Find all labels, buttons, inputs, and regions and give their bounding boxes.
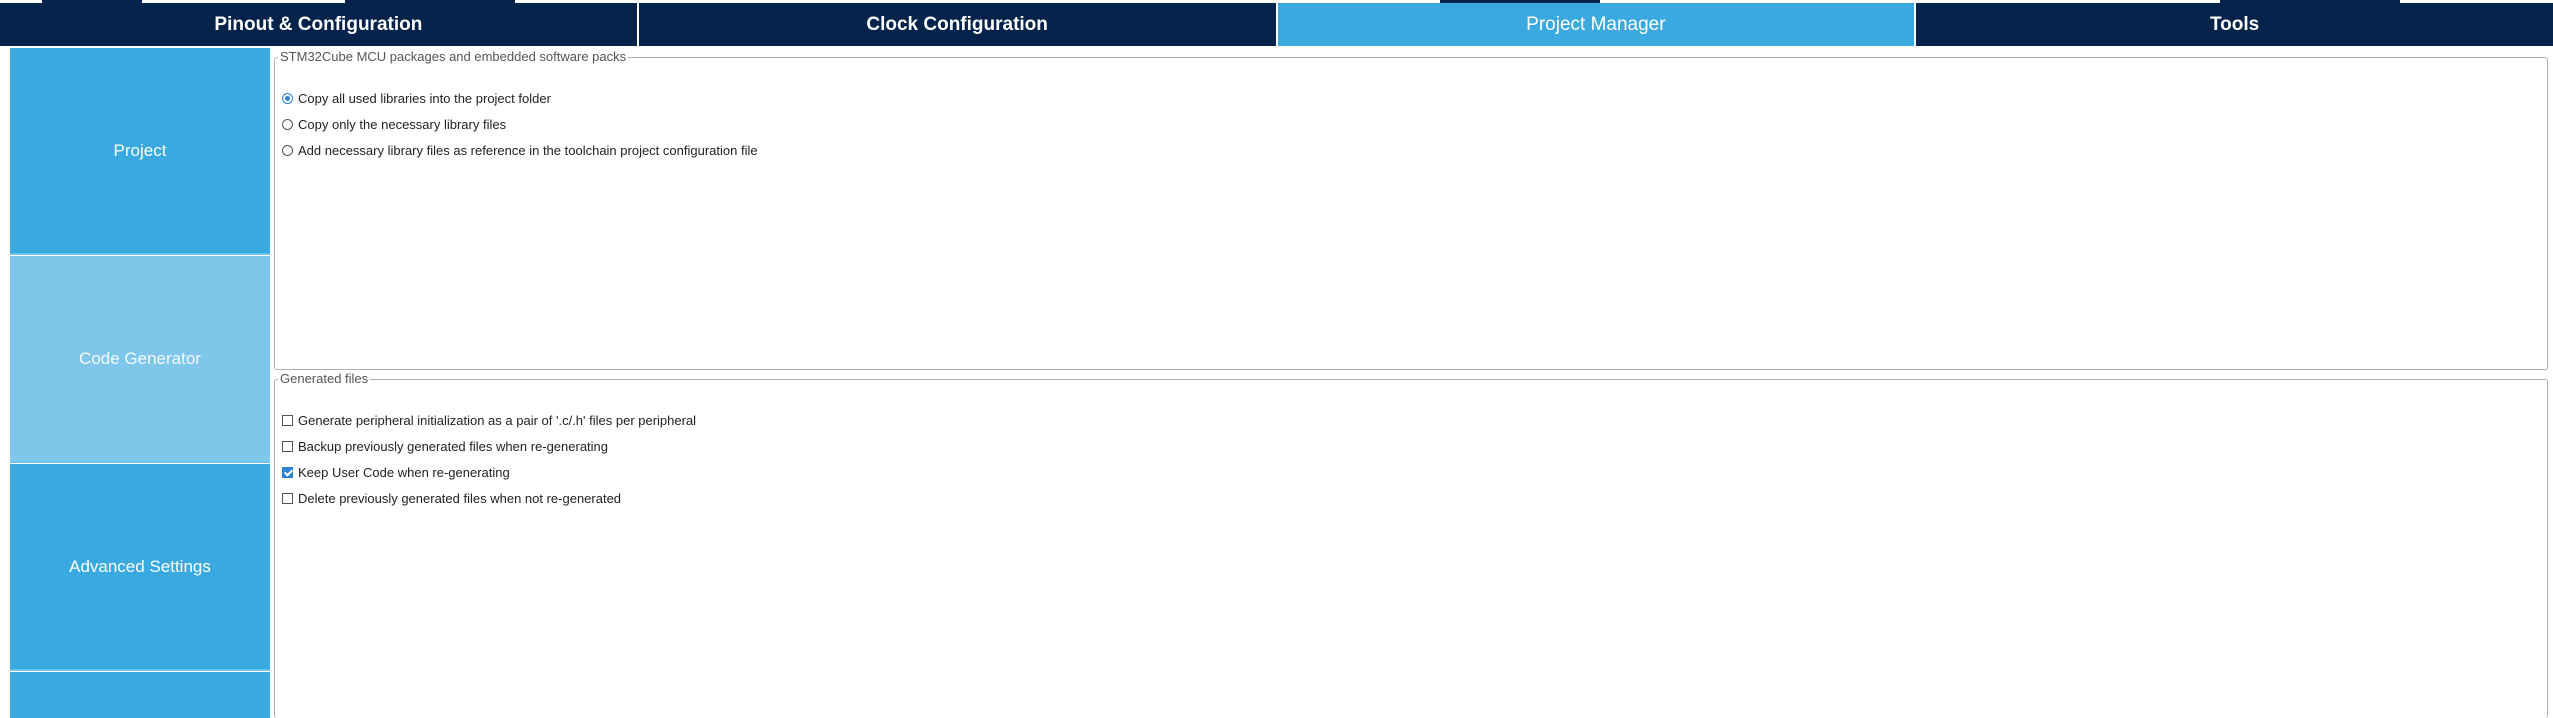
- packs-group-legend: STM32Cube MCU packages and embedded soft…: [280, 49, 627, 64]
- generated-files-legend: Generated files: [280, 371, 369, 386]
- sidebar-item-label: Advanced Settings: [69, 556, 211, 576]
- option-label: Generate peripheral initialization as a …: [298, 412, 697, 428]
- checkbox-icon[interactable]: [282, 414, 293, 426]
- main-tabs: Pinout & Configuration Clock Configurati…: [0, 3, 2553, 46]
- sidebar-item-label: Code Generator: [79, 348, 201, 368]
- gen-option-keep-user-code[interactable]: Keep User Code when re-generating: [282, 463, 510, 481]
- radio-selected-icon[interactable]: [282, 92, 293, 104]
- option-label: Copy only the necessary library files: [298, 116, 507, 132]
- option-label: Delete previously generated files when n…: [298, 490, 622, 506]
- option-label: Copy all used libraries into the project…: [298, 90, 551, 106]
- radio-icon[interactable]: [282, 118, 293, 130]
- checkbox-icon[interactable]: [282, 440, 293, 452]
- gen-option-backup[interactable]: Backup previously generated files when r…: [282, 437, 608, 455]
- gen-option-peripheral-pair[interactable]: Generate peripheral initialization as a …: [282, 411, 696, 429]
- main-content: STM32Cube MCU packages and embedded soft…: [273, 46, 2553, 718]
- packs-option-add-reference[interactable]: Add necessary library files as reference…: [282, 141, 758, 159]
- checkbox-icon[interactable]: [282, 492, 293, 504]
- sidebar: Project Code Generator Advanced Settings: [0, 46, 273, 718]
- packs-option-copy-all[interactable]: Copy all used libraries into the project…: [282, 89, 551, 107]
- packs-group: STM32Cube MCU packages and embedded soft…: [274, 50, 2548, 370]
- sidebar-item-project[interactable]: Project: [10, 48, 270, 255]
- sidebar-item-advanced-settings[interactable]: Advanced Settings: [10, 464, 270, 671]
- sidebar-item-code-generator[interactable]: Code Generator: [10, 256, 270, 463]
- tab-project-manager[interactable]: Project Manager: [1277, 3, 1917, 46]
- option-label: Keep User Code when re-generating: [298, 464, 510, 480]
- radio-icon[interactable]: [282, 144, 293, 156]
- gen-option-delete-previous[interactable]: Delete previously generated files when n…: [282, 489, 621, 507]
- option-label: Add necessary library files as reference…: [298, 142, 758, 158]
- tab-pinout-configuration[interactable]: Pinout & Configuration: [0, 3, 639, 46]
- packs-option-copy-necessary[interactable]: Copy only the necessary library files: [282, 115, 506, 133]
- sidebar-item-extra[interactable]: [10, 672, 270, 718]
- sidebar-item-label: Project: [113, 140, 167, 160]
- sidebar-edge: [0, 46, 10, 718]
- option-label: Backup previously generated files when r…: [298, 438, 609, 454]
- tab-clock-configuration[interactable]: Clock Configuration: [639, 3, 1278, 46]
- tab-tools[interactable]: Tools: [1916, 3, 2553, 46]
- generated-files-group: Generated files Generate peripheral init…: [274, 372, 2548, 718]
- checkbox-checked-icon[interactable]: [282, 466, 293, 478]
